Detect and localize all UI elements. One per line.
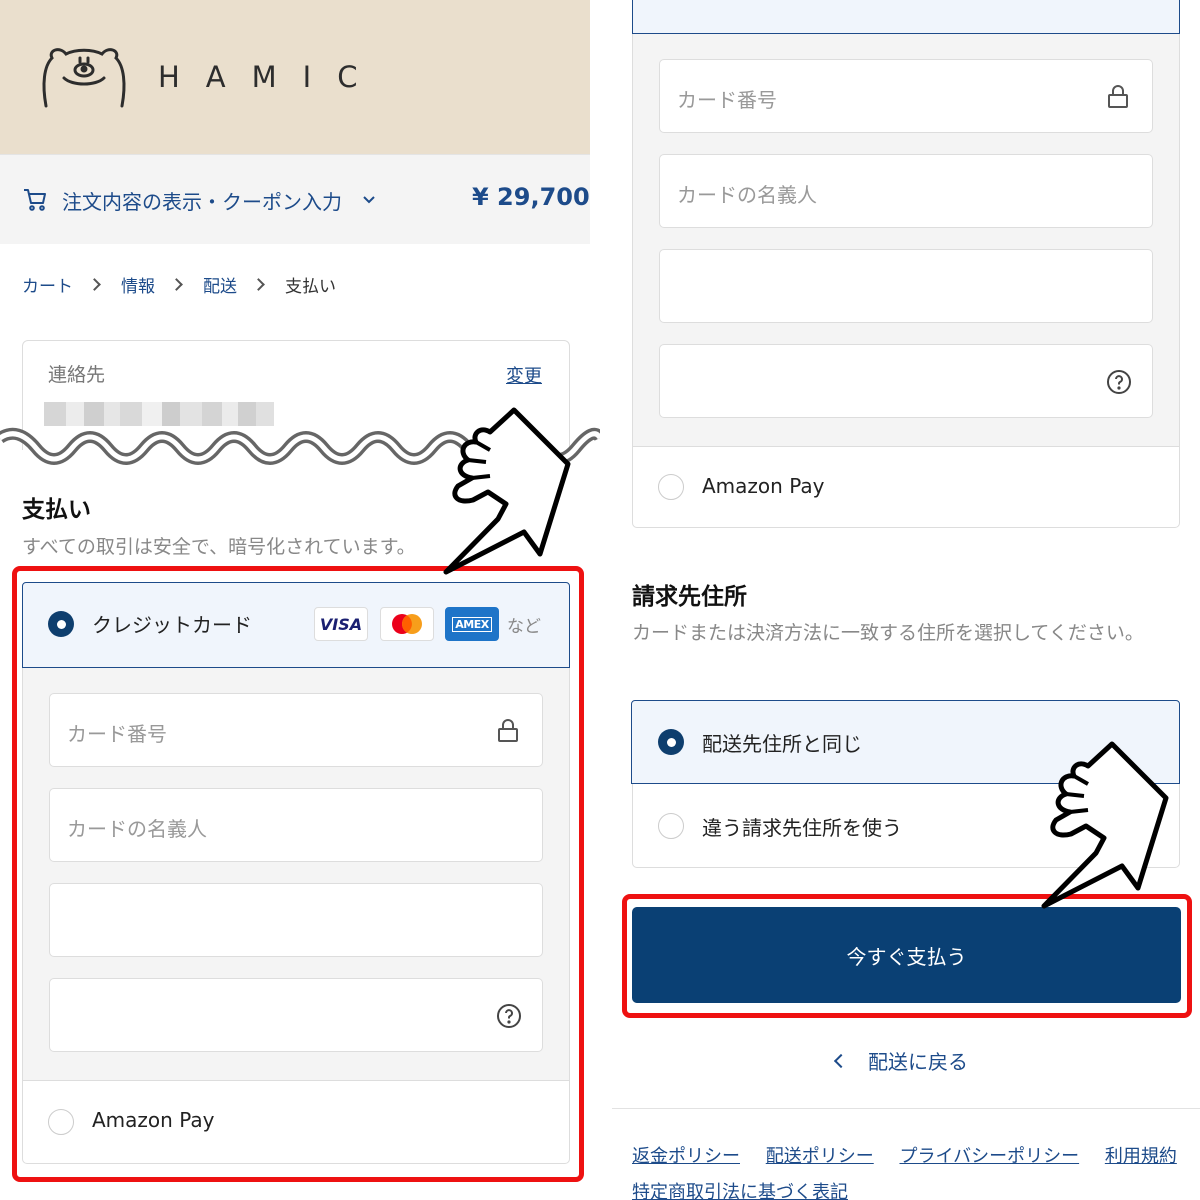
chevron-right-icon: [88, 278, 101, 291]
amazon-pay-radio[interactable]: [658, 474, 684, 500]
billing-different-radio[interactable]: [658, 813, 684, 839]
bear-logo-icon: [42, 48, 126, 108]
billing-same-radio[interactable]: [658, 729, 684, 755]
card-expiry-field[interactable]: [659, 249, 1153, 323]
card-security-code-field[interactable]: [659, 344, 1153, 418]
pay-now-button[interactable]: 今すぐ支払う: [632, 907, 1181, 1003]
brand-name[interactable]: HAMIC: [158, 60, 383, 94]
chevron-down-icon[interactable]: [362, 193, 376, 207]
help-circle-icon[interactable]: [1106, 369, 1132, 395]
pointing-hand-icon: [443, 407, 571, 575]
shipping-policy-link[interactable]: 配送ポリシー: [766, 1146, 874, 1167]
order-summary-toggle[interactable]: 注文内容の表示・クーポン入力: [62, 186, 342, 215]
refund-policy-link[interactable]: 返金ポリシー: [632, 1146, 740, 1167]
billing-different-label[interactable]: 違う請求先住所を使う: [702, 812, 902, 841]
card-number-field[interactable]: カード番号: [659, 59, 1153, 133]
billing-address-subtitle: カードまたは決済方法に一致する住所を選択してください。: [632, 622, 1144, 644]
payment-heading: 支払い: [22, 497, 91, 523]
credit-card-option-continued[interactable]: [632, 0, 1180, 34]
chevron-right-icon: [170, 278, 183, 291]
breadcrumb-payment: 支払い: [285, 277, 336, 297]
back-to-shipping-label[interactable]: 配送に戻る: [868, 1046, 968, 1075]
legal-notice-link[interactable]: 特定商取引法に基づく表記: [632, 1178, 848, 1200]
credit-card-form-right: カード番号 カードの名義人: [632, 34, 1180, 446]
card-name-field[interactable]: カードの名義人: [659, 154, 1153, 228]
order-total: ¥ 29,700: [472, 183, 590, 211]
breadcrumb-cart[interactable]: カート: [22, 272, 73, 297]
terms-of-service-link[interactable]: 利用規約: [1105, 1146, 1177, 1167]
footer-policy-links: 返金ポリシー 配送ポリシー プライバシーポリシー 利用規約: [632, 1142, 1197, 1168]
breadcrumb-shipping[interactable]: 配送: [203, 272, 237, 297]
pointing-hand-icon: [1041, 741, 1169, 909]
back-to-shipping-link[interactable]: 配送に戻る: [833, 1046, 968, 1075]
privacy-policy-link[interactable]: プライバシーポリシー: [899, 1146, 1079, 1167]
chevron-left-icon: [833, 1053, 849, 1068]
breadcrumb-information[interactable]: 情報: [121, 272, 155, 297]
chevron-right-icon: [252, 278, 265, 291]
contact-label: 連絡先: [48, 364, 106, 386]
billing-same-label[interactable]: 配送先住所と同じ: [702, 728, 862, 757]
lock-icon: [1108, 85, 1128, 108]
card-number-placeholder: カード番号: [677, 88, 777, 112]
amazon-pay-label[interactable]: Amazon Pay: [702, 474, 824, 498]
breadcrumb: カート 情報 配送 支払い: [22, 272, 336, 297]
billing-address-heading: 請求先住所: [632, 584, 747, 610]
card-name-placeholder: カードの名義人: [677, 183, 817, 207]
contact-change-link[interactable]: 変更: [506, 362, 542, 388]
cart-icon: [24, 189, 46, 211]
payment-subtitle: すべての取引は安全で、暗号化されています。: [22, 536, 416, 558]
footer-divider: [612, 1108, 1200, 1109]
highlight-frame-payment: [12, 566, 584, 1182]
